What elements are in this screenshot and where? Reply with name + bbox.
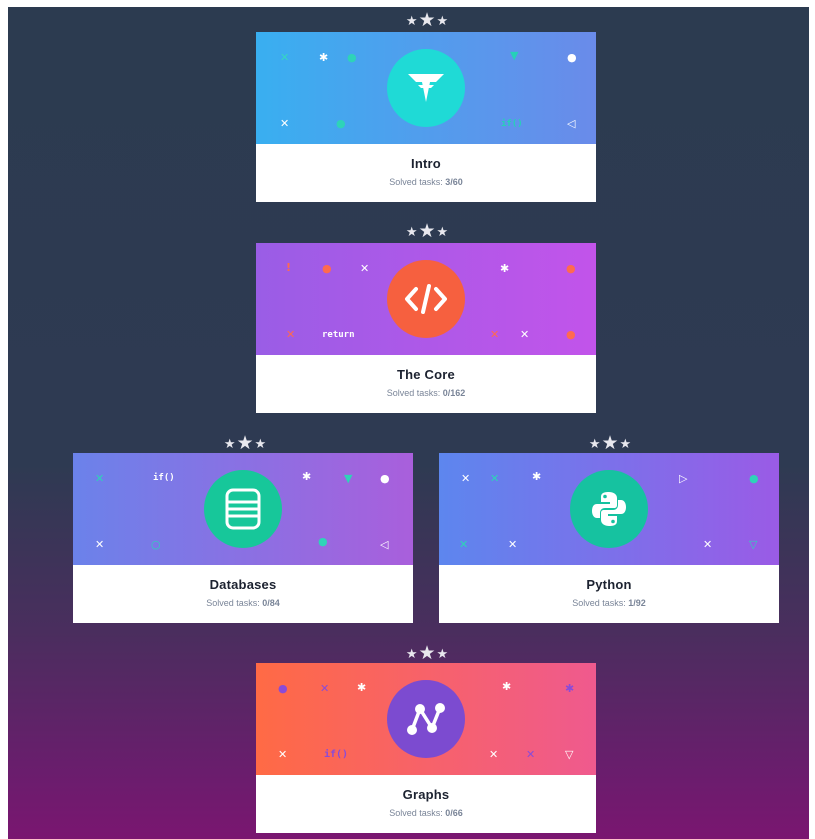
code-brackets-icon: [387, 260, 465, 338]
rating-stars: ★ ★ ★: [215, 433, 275, 453]
course-card-databases[interactable]: ✕ if() ✱ ▼ ● ✕ ○ ● ◁ Databases Solved ta…: [73, 453, 413, 623]
dot-decoration-icon: ●: [380, 472, 390, 485]
x-decoration-icon: ✕: [489, 748, 499, 761]
code-decoration: return: [322, 330, 355, 340]
asterisk-decoration-icon: ✱: [357, 681, 367, 694]
asterisk-decoration-icon: ✱: [319, 51, 329, 64]
dot-decoration-icon: ●: [318, 535, 328, 548]
x-decoration-icon: ✕: [520, 328, 530, 341]
x-decoration-icon: ✕: [490, 472, 500, 485]
x-decoration-icon: ✕: [703, 538, 713, 551]
x-decoration-icon: ✕: [360, 262, 370, 275]
dot-decoration-icon: ●: [336, 117, 346, 130]
asterisk-decoration-icon: ✱: [302, 470, 312, 483]
rating-stars: ★ ★ ★: [580, 433, 640, 453]
star-icon: ★: [223, 435, 236, 451]
asterisk-decoration-icon: ✱: [500, 262, 510, 275]
triangle-decoration-icon: ▼: [344, 472, 353, 485]
star-icon: ★: [619, 435, 632, 451]
circle-decoration-icon: ○: [151, 538, 161, 551]
triangle-decoration-icon: ▽: [565, 748, 574, 761]
x-decoration-icon: ✕: [280, 51, 290, 64]
graph-nodes-icon: [387, 680, 465, 758]
course-banner: ✕ ✱ ● ▼ ● ✕ ● if() ◁: [256, 32, 596, 144]
course-banner: ✕ if() ✱ ▼ ● ✕ ○ ● ◁: [73, 453, 413, 565]
x-decoration-icon: ✕: [95, 472, 105, 485]
x-decoration-icon: ✕: [459, 538, 469, 551]
solved-tasks: Solved tasks: 1/92: [572, 598, 646, 608]
rating-stars: ★ ★ ★: [397, 10, 457, 30]
course-card-graphs[interactable]: ● ✕ ✱ ✱ ✱ ✕ if() ✕ ✕ ▽ Graphs Solved tas…: [256, 663, 596, 833]
exclamation-decoration: !: [286, 261, 292, 274]
rating-stars: ★ ★ ★: [397, 643, 457, 663]
course-card-python[interactable]: ✕ ✕ ✱ ▷ ● ✕ ✕ ✕ ▽ Python Solved tasks: 1…: [439, 453, 779, 623]
code-decoration: if(): [501, 119, 523, 129]
rating-stars: ★ ★ ★: [397, 221, 457, 241]
dot-decoration-icon: ●: [322, 262, 332, 275]
course-title: Graphs: [402, 787, 450, 802]
asterisk-decoration-icon: ✱: [502, 680, 512, 693]
star-icon: ★: [405, 223, 418, 239]
x-decoration-icon: ✕: [278, 748, 288, 761]
dot-decoration-icon: ●: [566, 262, 576, 275]
code-decoration: if(): [153, 473, 175, 483]
x-decoration-icon: ✕: [280, 117, 290, 130]
star-icon: ★: [405, 12, 418, 28]
star-icon: ★: [418, 9, 436, 31]
triangle-decoration-icon: ▽: [749, 538, 758, 551]
x-decoration-icon: ✕: [95, 538, 105, 551]
database-icon: [204, 470, 282, 548]
solved-tasks: Solved tasks: 3/60: [389, 177, 463, 187]
code-decoration: if(): [324, 749, 349, 760]
solved-tasks: Solved tasks: 0/84: [206, 598, 280, 608]
asterisk-decoration-icon: ✱: [532, 470, 542, 483]
course-card-the-core[interactable]: ! ● ✕ ✱ ● ✕ return ✕ ✕ ● The Core Solved…: [256, 243, 596, 413]
star-icon: ★: [418, 220, 436, 242]
course-title: Databases: [209, 577, 277, 592]
course-banner: ● ✕ ✱ ✱ ✱ ✕ if() ✕ ✕ ▽: [256, 663, 596, 775]
asterisk-decoration-icon: ✱: [565, 682, 575, 695]
course-map: ★ ★ ★ ✕ ✱ ● ▼ ● ✕ ● if() ◁ Intro Solved ta…: [8, 7, 809, 839]
star-icon: ★: [405, 645, 418, 661]
x-decoration-icon: ✕: [461, 472, 471, 485]
dot-decoration-icon: ●: [278, 682, 288, 695]
dot-decoration-icon: ●: [749, 472, 759, 485]
course-title: Python: [586, 577, 632, 592]
x-decoration-icon: ✕: [508, 538, 518, 551]
course-banner: ! ● ✕ ✱ ● ✕ return ✕ ✕ ●: [256, 243, 596, 355]
dot-decoration-icon: ●: [567, 51, 577, 64]
codefights-logo-icon: [387, 49, 465, 127]
course-card-intro[interactable]: ✕ ✱ ● ▼ ● ✕ ● if() ◁ Intro Solved tasks:…: [256, 32, 596, 202]
triangle-decoration-icon: ▼: [510, 49, 519, 62]
star-icon: ★: [436, 12, 449, 28]
x-decoration-icon: ✕: [490, 328, 500, 341]
x-decoration-icon: ✕: [526, 748, 536, 761]
star-icon: ★: [418, 642, 436, 664]
star-icon: ★: [236, 432, 254, 454]
course-title: Intro: [411, 156, 441, 171]
course-banner: ✕ ✕ ✱ ▷ ● ✕ ✕ ✕ ▽: [439, 453, 779, 565]
triangle-decoration-icon: ▷: [679, 472, 688, 485]
star-icon: ★: [601, 432, 619, 454]
triangle-decoration-icon: ◁: [380, 538, 389, 551]
solved-tasks: Solved tasks: 0/162: [386, 388, 466, 398]
triangle-decoration-icon: ◁: [567, 117, 576, 130]
python-logo-icon: [570, 470, 648, 548]
dot-decoration-icon: ●: [566, 328, 576, 341]
x-decoration-icon: ✕: [320, 682, 330, 695]
x-decoration-icon: ✕: [286, 328, 296, 341]
dot-decoration-icon: ●: [347, 51, 357, 64]
star-icon: ★: [588, 435, 601, 451]
solved-tasks: Solved tasks: 0/66: [389, 808, 463, 818]
star-icon: ★: [436, 223, 449, 239]
star-icon: ★: [436, 645, 449, 661]
course-title: The Core: [397, 367, 455, 382]
star-icon: ★: [254, 435, 267, 451]
